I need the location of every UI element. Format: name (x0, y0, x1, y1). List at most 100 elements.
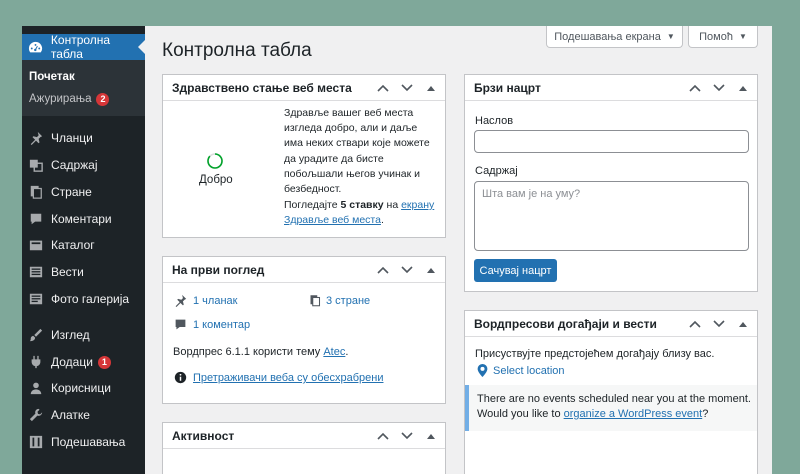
no-events-notice: There are no events scheduled near you a… (465, 385, 757, 431)
settings-icon (28, 434, 44, 450)
plugins-icon (28, 354, 44, 370)
wp-admin-frame: Контролна табла Почетак Ажурирања 2 Чланц… (22, 26, 772, 474)
users-icon (28, 380, 44, 396)
question-mark: ? (702, 408, 709, 420)
sidebar-item-settings[interactable]: Подешавања (22, 429, 145, 455)
sidebar-item-label: Стране (51, 185, 92, 199)
sidebar-item-tools[interactable]: Алатке (22, 402, 145, 428)
screen-options-button[interactable]: Подешавања екрана ▼ (546, 26, 683, 48)
widget-title: На први поглед (172, 262, 265, 277)
caret-down-icon: ▼ (666, 32, 675, 41)
chevron-up-icon[interactable] (687, 80, 703, 96)
pages-icon (28, 184, 44, 200)
news-icon (28, 264, 44, 280)
draft-content-placeholder: Шта вам је на уму? (482, 188, 581, 200)
sidebar-item-label: Контролна табла (50, 33, 111, 61)
dashboard-submenu: Почетак Ажурирања 2 (22, 60, 145, 116)
sidebar-item-label: Фото галерија (51, 292, 130, 306)
health-status-ring (207, 153, 223, 169)
sidebar-item-label: Вести (51, 265, 84, 279)
widget-header: Здравствено стање веб места (163, 75, 445, 101)
pin-icon (28, 130, 44, 146)
widget-title: Здравствено стање веб места (172, 80, 352, 95)
draft-title-label: Наслов (475, 115, 514, 127)
sidebar-item-dashboard[interactable]: Контролна табла (22, 33, 145, 61)
comments-icon (174, 318, 187, 334)
chevron-down-icon[interactable] (711, 80, 727, 96)
review-suffix: . (380, 214, 384, 227)
review-mid: на (383, 199, 402, 211)
sidebar-item-label: Садржај (51, 158, 98, 172)
media-icon (28, 157, 44, 173)
draft-title-input[interactable] (474, 130, 749, 153)
sidebar-item-appearance[interactable]: Изглед (22, 322, 145, 348)
sidebar-item-label: Алатке (51, 408, 90, 422)
chevron-down-icon[interactable] (711, 316, 727, 332)
health-description: Здравље вашег веб места изгледа добро, а… (284, 107, 430, 196)
sidebar-item-news[interactable]: Вести (22, 259, 145, 285)
admin-sidebar: Контролна табла Почетак Ажурирања 2 Чланц… (22, 26, 145, 474)
location-pin-icon (477, 364, 488, 380)
chevron-up-icon[interactable] (375, 262, 391, 278)
theme-link[interactable]: Atec (323, 346, 345, 358)
sidebar-item-label: Каталог (51, 238, 95, 252)
sidebar-item-plugins[interactable]: Додаци 1 (22, 349, 145, 375)
health-review-text: Погледајте 5 ставку на екрану Здравље ве… (284, 198, 440, 228)
quick-draft-widget: Брзи нацрт Наслов Садржај Шта вам је на … (464, 74, 758, 292)
site-health-widget: Здравствено стање веб места Добро Здрављ… (162, 74, 446, 238)
widget-controls (375, 423, 439, 449)
chevron-down-icon[interactable] (399, 428, 415, 444)
chevron-up-icon[interactable] (375, 80, 391, 96)
plugins-count-badge: 1 (97, 355, 111, 369)
organize-event-link[interactable]: organize a WordPress event (564, 408, 703, 420)
collapse-toggle-icon[interactable] (735, 316, 751, 332)
collapse-toggle-icon[interactable] (423, 262, 439, 278)
sidebar-item-label: Коментари (51, 212, 112, 226)
page-title: Контролна табла (162, 40, 312, 61)
chevron-up-icon[interactable] (375, 428, 391, 444)
sidebar-item-label: Додаци (51, 355, 93, 369)
sidebar-item-users[interactable]: Корисници (22, 375, 145, 401)
comments-count-label: 1 коментар (193, 319, 251, 331)
sidebar-item-gallery[interactable]: Фото галерија (22, 286, 145, 312)
sidebar-item-label: Чланци (51, 131, 93, 145)
sidebar-item-label: Корисници (51, 381, 111, 395)
submenu-item-home[interactable]: Почетак (29, 71, 75, 83)
appearance-icon (28, 327, 44, 343)
comments-icon (28, 211, 44, 227)
info-icon (174, 371, 187, 387)
posts-count-link[interactable]: 1 чланак (193, 295, 237, 307)
sidebar-item-pages[interactable]: Стране (22, 179, 145, 205)
chevron-up-icon[interactable] (687, 316, 703, 332)
sidebar-item-catalog[interactable]: Каталог (22, 232, 145, 258)
help-button[interactable]: Помоћ ▼ (688, 26, 758, 48)
pages-count-link[interactable]: 3 стране (326, 295, 370, 307)
help-label: Помоћ (699, 30, 733, 43)
draft-content-textarea[interactable]: Шта вам је на уму? (474, 181, 749, 251)
catalog-icon (28, 237, 44, 253)
dashboard-icon (28, 39, 44, 55)
select-location-button[interactable]: Select location (493, 365, 565, 377)
chevron-down-icon[interactable] (399, 262, 415, 278)
collapse-toggle-icon[interactable] (735, 80, 751, 96)
comments-count-link[interactable]: 1 коментар (193, 319, 250, 331)
submenu-item-label: Ажурирања (29, 93, 92, 105)
sidebar-item-comments[interactable]: Коментари (22, 206, 145, 232)
submenu-item-updates[interactable]: Ажурирања 2 (29, 93, 110, 106)
theme-suffix: . (345, 346, 349, 358)
search-engines-link[interactable]: Претраживачи веба су обесхрабрени (193, 372, 383, 384)
sidebar-item-posts[interactable]: Чланци (22, 125, 145, 151)
health-status-label: Добро (199, 174, 233, 186)
tools-icon (28, 407, 44, 423)
activity-widget: Активност (162, 422, 446, 474)
chevron-down-icon[interactable] (399, 80, 415, 96)
review-count: 5 ставку (340, 199, 384, 211)
collapse-toggle-icon[interactable] (423, 428, 439, 444)
save-draft-button[interactable]: Сачувај нацрт (474, 259, 557, 282)
sidebar-item-media[interactable]: Садржај (22, 152, 145, 178)
widget-header: Вордпресови догађаји и вести (465, 311, 757, 337)
collapse-toggle-icon[interactable] (423, 80, 439, 96)
events-intro: Присуствујте предстојећем догађају близу… (475, 348, 715, 360)
organize-prompt: Would you like to (477, 408, 564, 420)
widget-header: На први поглед (163, 257, 445, 283)
